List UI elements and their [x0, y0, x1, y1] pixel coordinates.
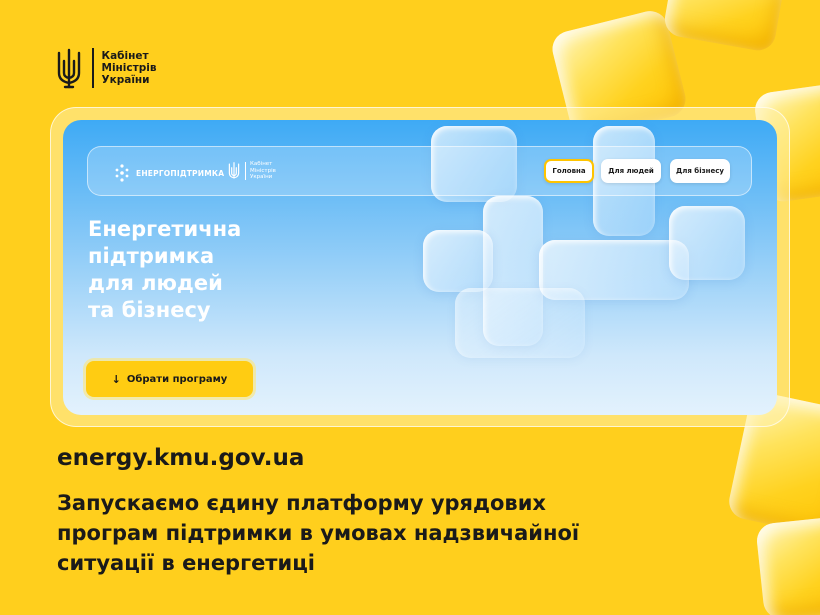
logo-divider: [92, 48, 94, 88]
headline-line: Запускаємо єдину платформу урядових: [57, 491, 546, 515]
glass-shape: [455, 288, 585, 358]
trident-icon: [57, 48, 81, 89]
arrow-down-icon: ↓: [111, 372, 121, 386]
site-kmu-name-line: України: [250, 174, 273, 181]
trident-icon: [228, 162, 240, 179]
site-kmu-name-line: Кабінет: [250, 161, 273, 168]
logo-divider: [245, 162, 246, 180]
headline: Запускаємо єдину платформу урядових прог…: [57, 488, 737, 578]
hero-title-line: Енергетична: [88, 217, 242, 241]
decorative-cube: [755, 515, 820, 615]
site-brand-text: ЕНЕРГОПІДТРИМКА: [136, 168, 225, 178]
site-kmu-logo: Кабінет Міністрів України: [228, 161, 276, 181]
government-name: Кабінет Міністрів України: [102, 50, 157, 86]
government-name-line: України: [101, 74, 150, 86]
nav-button-home[interactable]: Головна: [544, 159, 594, 183]
glass-shape: [669, 206, 745, 280]
site-url[interactable]: energy.kmu.gov.ua: [57, 445, 304, 471]
hero-title-line: підтримка: [88, 244, 215, 268]
glass-shape: [423, 230, 493, 292]
choose-program-button[interactable]: ↓ Обрати програму: [86, 361, 253, 397]
hero-title-line: та бізнесу: [88, 298, 211, 322]
government-name-line: Міністрів: [101, 62, 157, 74]
energy-logo-icon: [115, 164, 129, 182]
choose-program-label: Обрати програму: [126, 373, 228, 385]
site-mockup-screen: ЕНЕРГОПІДТРИМКА Кабінет Міністрів Україн…: [63, 120, 777, 415]
headline-line: ситуації в енергетиці: [57, 551, 315, 575]
government-name-line: Кабінет: [101, 50, 149, 62]
nav-button-for-business[interactable]: Для бізнесу: [670, 159, 730, 183]
site-kmu-name: Кабінет Міністрів України: [250, 161, 276, 181]
site-nav-bar: ЕНЕРГОПІДТРИМКА Кабінет Міністрів Україн…: [87, 146, 752, 196]
headline-line: програм підтримки в умовах надзвичайної: [57, 521, 580, 545]
decorative-cube: [662, 0, 786, 54]
hero-title: Енергетична підтримка для людей та бізне…: [88, 216, 348, 324]
site-brand[interactable]: ЕНЕРГОПІДТРИМКА: [114, 164, 224, 182]
government-logo: Кабінет Міністрів України: [56, 47, 156, 89]
hero-title-line: для людей: [88, 271, 223, 295]
nav-button-for-people[interactable]: Для людей: [601, 159, 661, 183]
